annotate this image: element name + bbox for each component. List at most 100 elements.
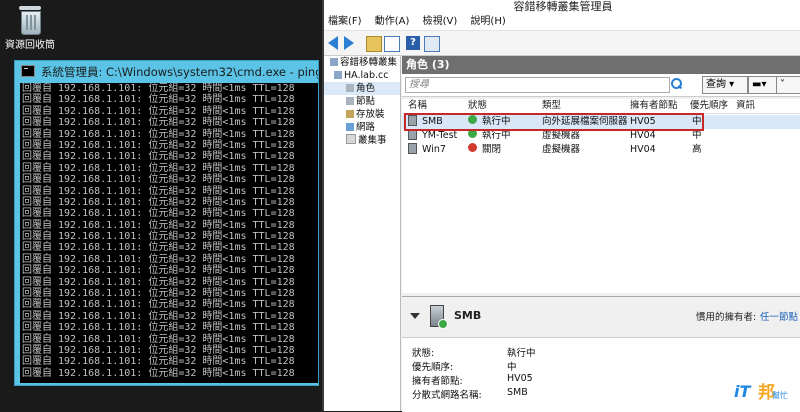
recycle-bin-icon: [17, 4, 43, 35]
console-line: 回覆自 192.168.1.101: 位元組=32 時間<1ms TTL=128: [22, 333, 295, 345]
console-line: 回覆自 192.168.1.101: 位元組=32 時間<1ms TTL=128: [22, 344, 295, 356]
cluster-manager-window[interactable]: 容錯移轉叢集管理員 檔案(F) 動作(A) 檢視(V) 說明(H) ? 容錯移轉…: [322, 0, 800, 412]
console-line: 回覆自 192.168.1.101: 位元組=32 時間<1ms TTL=128: [22, 265, 295, 277]
field-value-owner-node: HV05: [507, 373, 533, 384]
recycle-bin-label: 資源回收筒: [5, 40, 55, 51]
console-line: 回覆自 192.168.1.101: 位元組=32 時間<1ms TTL=128: [22, 151, 295, 163]
show-hide-tree-icon[interactable]: [384, 36, 400, 52]
column-name[interactable]: 名稱: [408, 99, 427, 113]
cluster-node-icon: [334, 71, 342, 79]
network-icon: [346, 123, 354, 131]
menu-file[interactable]: 檔案(F): [328, 16, 362, 27]
tree-item-networks[interactable]: 網路: [324, 121, 400, 134]
console-line: 回覆自 192.168.1.101: 位元組=32 時間<1ms TTL=128: [22, 83, 295, 94]
virtual-machine-icon: [408, 143, 417, 154]
field-value-priority: 中: [507, 362, 517, 373]
search-bar: 搜尋 查詢 ▾ ▬▾ ˅: [402, 74, 800, 97]
tree-item-roles[interactable]: 角色: [324, 82, 400, 95]
file-server-icon: [408, 115, 417, 126]
field-label-priority: 優先順序:: [412, 362, 454, 373]
storage-icon: [346, 110, 354, 118]
table-header: 名稱 狀態 類型 擁有者節點 優先順序 資訊: [402, 99, 800, 114]
console-output[interactable]: 回覆自 192.168.1.101: 位元組=32 時間<1ms TTL=128…: [20, 83, 318, 383]
action-pane-icon[interactable]: [424, 36, 440, 52]
menu-view[interactable]: 檢視(V): [423, 16, 458, 27]
menu-action[interactable]: 動作(A): [375, 16, 410, 27]
console-line: 回覆自 192.168.1.101: 位元組=32 時間<1ms TTL=128: [22, 299, 295, 311]
preferred-owner-label: 慣用的擁有者:: [696, 312, 757, 323]
recycle-bin-shortcut[interactable]: 資源回收筒: [2, 4, 58, 51]
field-label-status: 狀態:: [412, 348, 435, 359]
console-line: 回覆自 192.168.1.101: 位元組=32 時間<1ms TTL=128: [22, 117, 295, 129]
events-icon: [346, 134, 356, 144]
console-line: 回覆自 192.168.1.101: 位元組=32 時間<1ms TTL=128: [22, 310, 295, 322]
console-line: 回覆自 192.168.1.101: 位元組=32 時間<1ms TTL=128: [22, 322, 295, 334]
console-line: 回覆自 192.168.1.101: 位元組=32 時間<1ms TTL=128: [22, 276, 295, 288]
table-row[interactable]: Win7 關閉 虛擬機器 HV04 高: [402, 143, 800, 157]
detail-role-name: SMB: [454, 309, 482, 322]
column-priority[interactable]: 優先順序: [690, 99, 728, 113]
running-status-icon: [468, 129, 477, 138]
tree-item-cluster-events[interactable]: 叢集事: [324, 134, 400, 147]
collapse-chevron-icon[interactable]: [410, 313, 420, 319]
field-label-owner-node: 擁有者節點:: [412, 376, 463, 387]
running-status-icon: [468, 115, 477, 124]
console-line: 回覆自 192.168.1.101: 位元組=32 時間<1ms TTL=128: [22, 185, 295, 197]
cmd-title-bar[interactable]: 系統管理員: C:\Windows\system32\cmd.exe - pin…: [15, 61, 318, 83]
preferred-owner-link[interactable]: 任一節點: [760, 309, 798, 323]
console-line: 回覆自 192.168.1.101: 位元組=32 時間<1ms TTL=128: [22, 196, 295, 208]
table-row[interactable]: YM-Test 執行中 虛擬機器 HV04 中: [402, 129, 800, 143]
console-line: 回覆自 192.168.1.101: 位元組=32 時間<1ms TTL=128: [22, 288, 295, 300]
console-line: 回覆自 192.168.1.101: 位元組=32 時間<1ms TTL=128: [22, 162, 295, 174]
cmd-title: 系統管理員: C:\Windows\system32\cmd.exe - pin…: [41, 65, 318, 79]
field-label-dnn: 分散式網路名稱:: [412, 390, 482, 401]
toolbar: ?: [324, 31, 800, 56]
console-line: 回覆自 192.168.1.101: 位元組=32 時間<1ms TTL=128: [22, 253, 295, 265]
detail-header: SMB 慣用的擁有者: 任一節點: [402, 297, 800, 338]
table-row[interactable]: SMB 執行中 向外延展檔案伺服器 HV05 中: [402, 115, 800, 129]
tree-item-nodes[interactable]: 節點: [324, 95, 400, 108]
virtual-machine-icon: [408, 129, 417, 140]
forward-arrow-icon[interactable]: [344, 36, 354, 50]
watermark-sub: 幫忙: [772, 391, 788, 400]
watermark-brand: iT: [734, 382, 751, 401]
query-button[interactable]: 查詢 ▾: [702, 76, 748, 94]
menu-help[interactable]: 說明(H): [470, 16, 505, 27]
tree-item-cluster[interactable]: HA.lab.cc: [324, 69, 400, 82]
stopped-status-icon: [468, 143, 477, 152]
column-info[interactable]: 資訊: [736, 99, 755, 113]
search-icon[interactable]: [670, 77, 682, 89]
roles-table: 名稱 狀態 類型 擁有者節點 優先順序 資訊 SMB 執行中 向外延展檔案伺服器…: [402, 99, 800, 293]
search-input[interactable]: 搜尋: [405, 77, 670, 93]
menu-bar: 檔案(F) 動作(A) 檢視(V) 說明(H): [324, 14, 800, 31]
console-line: 回覆自 192.168.1.101: 位元組=32 時間<1ms TTL=128: [22, 219, 295, 231]
window-title: 容錯移轉叢集管理員: [324, 0, 800, 14]
console-line: 回覆自 192.168.1.101: 位元組=32 時間<1ms TTL=128: [22, 128, 295, 140]
navigation-tree: 容錯移轉叢集 HA.lab.cc 角色 節點 存放裝 網路 叢集事: [324, 56, 401, 411]
cmd-window[interactable]: 系統管理員: C:\Windows\system32\cmd.exe - pin…: [14, 60, 319, 386]
console-line: 回覆自 192.168.1.101: 位元組=32 時間<1ms TTL=128: [22, 94, 295, 106]
back-arrow-icon[interactable]: [328, 36, 338, 50]
console-line: 回覆自 192.168.1.101: 位元組=32 時間<1ms TTL=128: [22, 139, 295, 151]
column-owner-node[interactable]: 擁有者節點: [630, 99, 678, 113]
column-status[interactable]: 狀態: [468, 99, 487, 113]
console-line: 回覆自 192.168.1.101: 位元組=32 時間<1ms TTL=128: [22, 174, 295, 186]
cluster-icon: [330, 58, 338, 66]
help-icon[interactable]: ?: [406, 36, 420, 50]
roles-header: 角色 (3): [402, 56, 800, 74]
console-line: 回覆自 192.168.1.101: 位元組=32 時間<1ms TTL=128: [22, 105, 295, 117]
console-line: 回覆自 192.168.1.101: 位元組=32 時間<1ms TTL=128: [22, 367, 295, 379]
console-icon: [21, 65, 35, 77]
up-folder-icon[interactable]: [366, 36, 382, 52]
console-line: 回覆自 192.168.1.101: 位元組=32 時間<1ms TTL=128: [22, 356, 295, 368]
field-value-status: 執行中: [507, 348, 536, 359]
console-line: 回覆自 192.168.1.101: 位元組=32 時間<1ms TTL=128: [22, 242, 295, 254]
nodes-icon: [346, 97, 354, 105]
field-value-dnn: SMB: [507, 387, 528, 398]
column-type[interactable]: 類型: [542, 99, 561, 113]
collapse-button[interactable]: ˅: [776, 76, 800, 94]
tree-item-storage[interactable]: 存放裝: [324, 108, 400, 121]
console-line: 回覆自 192.168.1.101: 位元組=32 時間<1ms TTL=128: [22, 231, 295, 243]
tree-item-cluster-manager[interactable]: 容錯移轉叢集: [324, 56, 400, 69]
running-status-icon: [438, 319, 448, 329]
